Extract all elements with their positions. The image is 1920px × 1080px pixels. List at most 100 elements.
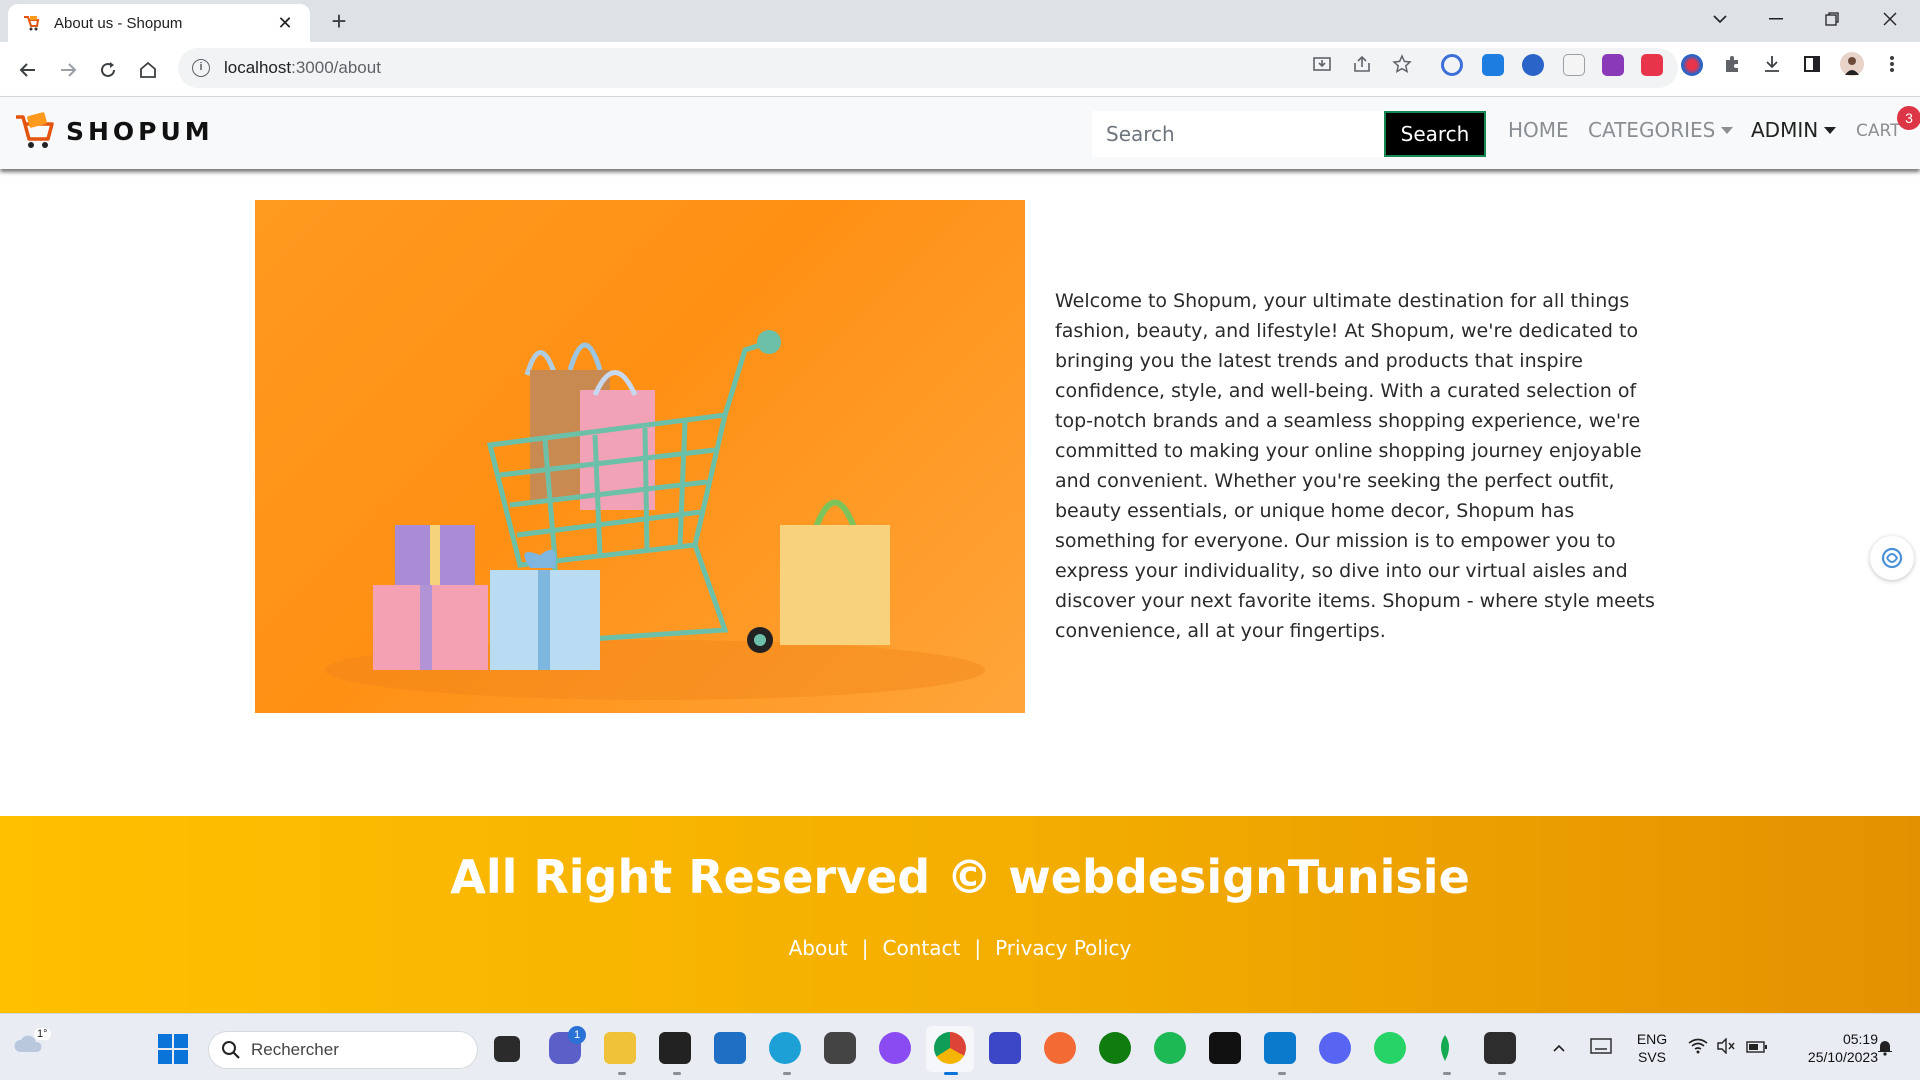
microsoft-store-icon[interactable] bbox=[714, 1032, 746, 1064]
extensions-puzzle-icon[interactable] bbox=[1720, 52, 1744, 76]
nav-categories-dropdown[interactable]: CATEGORIES bbox=[1588, 118, 1734, 142]
teams-badge: 1 bbox=[568, 1026, 586, 1044]
xbox-icon[interactable] bbox=[1099, 1032, 1131, 1064]
windows-start-button[interactable] bbox=[158, 1034, 188, 1069]
keyboard-layout: SVS bbox=[1637, 1049, 1666, 1065]
tab-close-icon[interactable]: ✕ bbox=[274, 13, 296, 34]
footer-contact-link[interactable]: Contact bbox=[883, 936, 961, 960]
keyboard-icon[interactable] bbox=[1590, 1038, 1612, 1059]
footer-separator: | bbox=[861, 936, 869, 960]
brand-name: SHOPUM bbox=[66, 116, 214, 146]
site-navbar: SHOPUM Search HOME CATEGORIES ADMIN CART bbox=[0, 97, 1920, 169]
windows-logo-icon bbox=[158, 1034, 188, 1064]
downloads-icon[interactable] bbox=[1760, 52, 1784, 76]
running-indicator bbox=[783, 1072, 791, 1075]
extension-4-icon[interactable] bbox=[1563, 54, 1585, 76]
clock-date: 25/10/2023 bbox=[1807, 1049, 1878, 1065]
extension-7-icon[interactable] bbox=[1681, 54, 1703, 76]
restore-button[interactable] bbox=[1804, 0, 1860, 38]
file-explorer-icon[interactable] bbox=[604, 1032, 636, 1064]
discord-icon[interactable] bbox=[1319, 1032, 1351, 1064]
extension-1-icon[interactable] bbox=[1441, 54, 1463, 76]
footer-copyright: All Right Reserved © webdesignTunisie bbox=[450, 850, 1470, 904]
terminal-icon[interactable] bbox=[1484, 1032, 1516, 1064]
home-button[interactable] bbox=[132, 54, 164, 86]
language-indicator[interactable]: ENG SVS bbox=[1632, 1030, 1672, 1066]
minimize-button[interactable] bbox=[1748, 0, 1804, 38]
extension-2-icon[interactable] bbox=[1482, 54, 1504, 76]
browser-tab-strip: About us - Shopum ✕ + bbox=[0, 0, 1920, 42]
shopping-cart-illustration bbox=[325, 330, 985, 700]
mongodb-icon[interactable] bbox=[1429, 1032, 1461, 1064]
site-footer: All Right Reserved © webdesignTunisie Ab… bbox=[0, 816, 1920, 1013]
sticky-notes-icon[interactable] bbox=[659, 1032, 691, 1064]
taskbar-search-label: Rechercher bbox=[251, 1040, 339, 1059]
share-icon[interactable] bbox=[1350, 52, 1374, 76]
speaker-muted-icon[interactable] bbox=[1716, 1037, 1736, 1059]
bookmark-star-icon[interactable] bbox=[1390, 52, 1414, 76]
nav-home-link[interactable]: HOME bbox=[1508, 118, 1569, 142]
nav-cart-label: CART bbox=[1856, 121, 1901, 141]
notifications-bell-icon[interactable] bbox=[1876, 1038, 1894, 1061]
clock[interactable]: 05:19 25/10/2023 bbox=[1782, 1030, 1878, 1066]
back-arrow-icon bbox=[19, 63, 35, 77]
extension-5-icon[interactable] bbox=[1602, 54, 1624, 76]
spotify-icon[interactable] bbox=[1154, 1032, 1186, 1064]
browser-menu-icon[interactable] bbox=[1880, 52, 1904, 76]
nav-cart-link[interactable]: CART bbox=[1856, 121, 1900, 141]
taskbar-search-box[interactable]: Rechercher bbox=[208, 1031, 478, 1069]
extension-3-icon[interactable] bbox=[1522, 54, 1544, 76]
footer-privacy-link[interactable]: Privacy Policy bbox=[995, 936, 1131, 960]
home-icon bbox=[140, 61, 156, 78]
close-window-button[interactable] bbox=[1862, 0, 1918, 38]
tab-search-chevron-icon[interactable] bbox=[1692, 0, 1748, 38]
nav-admin-label: ADMIN bbox=[1751, 118, 1819, 142]
running-indicator bbox=[1278, 1072, 1286, 1075]
task-view-icon[interactable] bbox=[494, 1036, 520, 1062]
extension-6-icon[interactable] bbox=[1641, 54, 1663, 76]
affinity-icon[interactable] bbox=[1209, 1032, 1241, 1064]
reload-button[interactable] bbox=[92, 54, 124, 86]
shopping-cart-logo-icon bbox=[16, 112, 54, 148]
clock-time: 05:19 bbox=[1842, 1031, 1878, 1047]
edge-browser-icon[interactable] bbox=[769, 1032, 801, 1064]
reload-icon bbox=[101, 62, 115, 77]
profile-avatar[interactable] bbox=[1840, 52, 1864, 76]
running-indicator bbox=[1443, 1072, 1451, 1075]
vscode-icon[interactable] bbox=[1264, 1032, 1296, 1064]
footer-about-link[interactable]: About bbox=[789, 936, 848, 960]
wifi-icon[interactable] bbox=[1688, 1038, 1708, 1059]
side-panel-icon[interactable] bbox=[1800, 52, 1824, 76]
search-input[interactable] bbox=[1092, 111, 1384, 157]
back-button[interactable] bbox=[12, 54, 44, 86]
footer-links: About | Contact | Privacy Policy bbox=[0, 936, 1920, 960]
chrome-icon[interactable] bbox=[934, 1032, 966, 1064]
site-info-icon[interactable]: i bbox=[192, 59, 210, 77]
caret-down-icon bbox=[1721, 126, 1734, 134]
nav-home-label: HOME bbox=[1508, 118, 1569, 142]
design-app-icon[interactable] bbox=[989, 1032, 1021, 1064]
messenger-icon[interactable] bbox=[879, 1032, 911, 1064]
new-tab-button[interactable]: + bbox=[324, 6, 354, 36]
forward-arrow-icon bbox=[61, 63, 77, 77]
search-button[interactable]: Search bbox=[1384, 111, 1486, 157]
weather-widget[interactable]: 1° bbox=[12, 1028, 51, 1056]
brand-link[interactable]: SHOPUM bbox=[14, 111, 214, 151]
nav-admin-dropdown[interactable]: ADMIN bbox=[1751, 118, 1837, 142]
tray-overflow-chevron-icon[interactable] bbox=[1552, 1040, 1566, 1058]
postman-icon[interactable] bbox=[1044, 1032, 1076, 1064]
battery-icon[interactable] bbox=[1746, 1040, 1768, 1058]
about-description: Welcome to Shopum, your ultimate destina… bbox=[1055, 290, 1655, 642]
running-indicator bbox=[673, 1072, 681, 1075]
shopum-favicon-icon bbox=[24, 16, 40, 31]
chat-assistant-icon[interactable] bbox=[1870, 536, 1914, 580]
whatsapp-icon[interactable] bbox=[1374, 1032, 1406, 1064]
caret-down-icon bbox=[1824, 126, 1837, 134]
forward-button[interactable] bbox=[52, 54, 84, 86]
browser-toolbar: i localhost:3000/about bbox=[0, 42, 1920, 97]
install-app-icon[interactable] bbox=[1310, 52, 1334, 76]
browser-tab[interactable]: About us - Shopum ✕ bbox=[8, 4, 310, 42]
search-icon bbox=[222, 1041, 240, 1059]
unity-icon[interactable] bbox=[824, 1032, 856, 1064]
running-indicator bbox=[618, 1072, 626, 1075]
